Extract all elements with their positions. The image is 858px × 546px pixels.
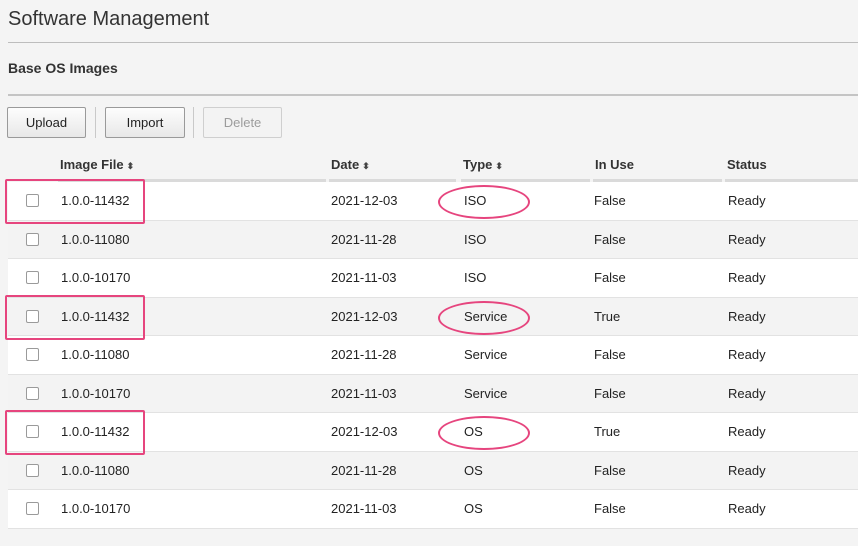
in-use-cell: True [594, 424, 621, 440]
section-title: Base OS Images [8, 60, 118, 76]
row-checkbox[interactable] [26, 425, 39, 438]
image-file-cell: 1.0.0-11080 [61, 347, 130, 363]
status-cell: Ready [728, 347, 766, 363]
status-cell: Ready [728, 270, 766, 286]
row-checkbox[interactable] [26, 348, 39, 361]
type-cell: Service [464, 385, 508, 401]
type-cell: ISO [464, 193, 487, 209]
type-cell: ISO [464, 231, 487, 247]
date-cell: 2021-11-03 [331, 385, 397, 401]
date-cell: 2021-12-03 [331, 424, 398, 440]
import-button[interactable]: Import [105, 107, 185, 138]
table-row[interactable]: 1.0.0-10170 2021-11-03 OS False Ready [8, 490, 858, 529]
date-cell: 2021-11-28 [331, 462, 397, 478]
image-file-cell: 1.0.0-11080 [61, 231, 130, 247]
type-cell: ISO [464, 270, 487, 286]
table-row[interactable]: 1.0.0-10170 2021-11-03 ISO False Ready [8, 259, 858, 298]
in-use-cell: False [594, 501, 626, 517]
column-header-in-use: In Use [593, 150, 722, 182]
in-use-cell: False [594, 347, 626, 363]
in-use-cell: False [594, 231, 626, 247]
row-checkbox[interactable] [26, 309, 39, 323]
table-row[interactable]: 1.0.0-11080 2021-11-28 Service False Ready [8, 336, 858, 375]
status-cell: Ready [728, 231, 766, 247]
in-use-cell: False [594, 385, 626, 401]
table-row[interactable]: 1.0.0-11432 2021-12-03 OS True Ready [8, 413, 858, 452]
type-cell: Service [464, 347, 508, 363]
date-cell: 2021-12-03 [331, 308, 398, 324]
in-use-cell: False [594, 462, 626, 478]
upload-button[interactable]: Upload [7, 107, 86, 138]
table-row[interactable]: 1.0.0-10170 2021-11-03 Service False Ready [8, 374, 858, 413]
row-checkbox[interactable] [26, 271, 39, 284]
column-header-status: Status [725, 150, 858, 182]
date-cell: 2021-11-03 [331, 270, 397, 286]
image-file-cell: 1.0.0-11432 [61, 424, 130, 440]
image-file-cell: 1.0.0-11080 [61, 462, 130, 478]
row-checkbox[interactable] [26, 463, 39, 477]
image-file-cell: 1.0.0-11432 [61, 193, 130, 209]
type-cell: Service [464, 308, 508, 324]
image-file-cell: 1.0.0-10170 [61, 270, 131, 286]
toolbar-separator [95, 107, 96, 138]
title-divider [8, 42, 858, 43]
in-use-cell: True [594, 308, 621, 324]
in-use-cell: False [594, 193, 626, 209]
delete-button[interactable]: Delete [203, 107, 282, 138]
type-cell: OS [464, 501, 483, 517]
sort-icon: ⬍ [126, 161, 135, 171]
date-cell: 2021-11-03 [331, 501, 397, 517]
in-use-cell: False [594, 270, 626, 286]
status-cell: Ready [728, 193, 766, 209]
section-divider [8, 94, 858, 96]
column-header-type[interactable]: Type ⬍ [461, 150, 590, 182]
row-checkbox[interactable] [26, 386, 39, 400]
sort-icon: ⬍ [495, 161, 503, 171]
image-file-cell: 1.0.0-10170 [61, 385, 131, 401]
date-cell: 2021-11-28 [331, 231, 397, 247]
toolbar-separator [193, 107, 194, 138]
table-row[interactable]: 1.0.0-11432 2021-12-03 ISO False Ready [8, 182, 858, 221]
row-checkbox[interactable] [26, 194, 39, 207]
table-row[interactable]: 1.0.0-11080 2021-11-28 ISO False Ready [8, 220, 858, 259]
status-cell: Ready [728, 424, 766, 440]
sort-icon: ⬍ [362, 161, 370, 171]
page-title: Software Management [8, 8, 210, 30]
type-cell: OS [464, 462, 483, 478]
row-checkbox[interactable] [26, 232, 39, 246]
date-cell: 2021-11-28 [331, 347, 397, 363]
image-file-cell: 1.0.0-11432 [61, 308, 130, 324]
status-cell: Ready [728, 462, 766, 478]
status-cell: Ready [728, 308, 766, 324]
table-row[interactable]: 1.0.0-11432 2021-12-03 Service True Ready [8, 297, 858, 336]
column-header-image-file[interactable]: Image File ⬍ [58, 150, 326, 182]
type-cell: OS [464, 424, 483, 440]
table-header: Image File ⬍ Date ⬍ Type ⬍ In Use Status [0, 150, 858, 182]
status-cell: Ready [728, 385, 766, 401]
date-cell: 2021-12-03 [331, 193, 398, 209]
image-file-cell: 1.0.0-10170 [61, 501, 131, 517]
status-cell: Ready [728, 501, 766, 517]
column-header-date[interactable]: Date ⬍ [329, 150, 456, 182]
image-table-body: 1.0.0-11432 2021-12-03 ISO False Ready 1.0.0-… [5, 179, 858, 529]
table-row[interactable]: 1.0.0-11080 2021-11-28 OS False Ready [8, 451, 858, 490]
row-checkbox[interactable] [26, 502, 39, 515]
